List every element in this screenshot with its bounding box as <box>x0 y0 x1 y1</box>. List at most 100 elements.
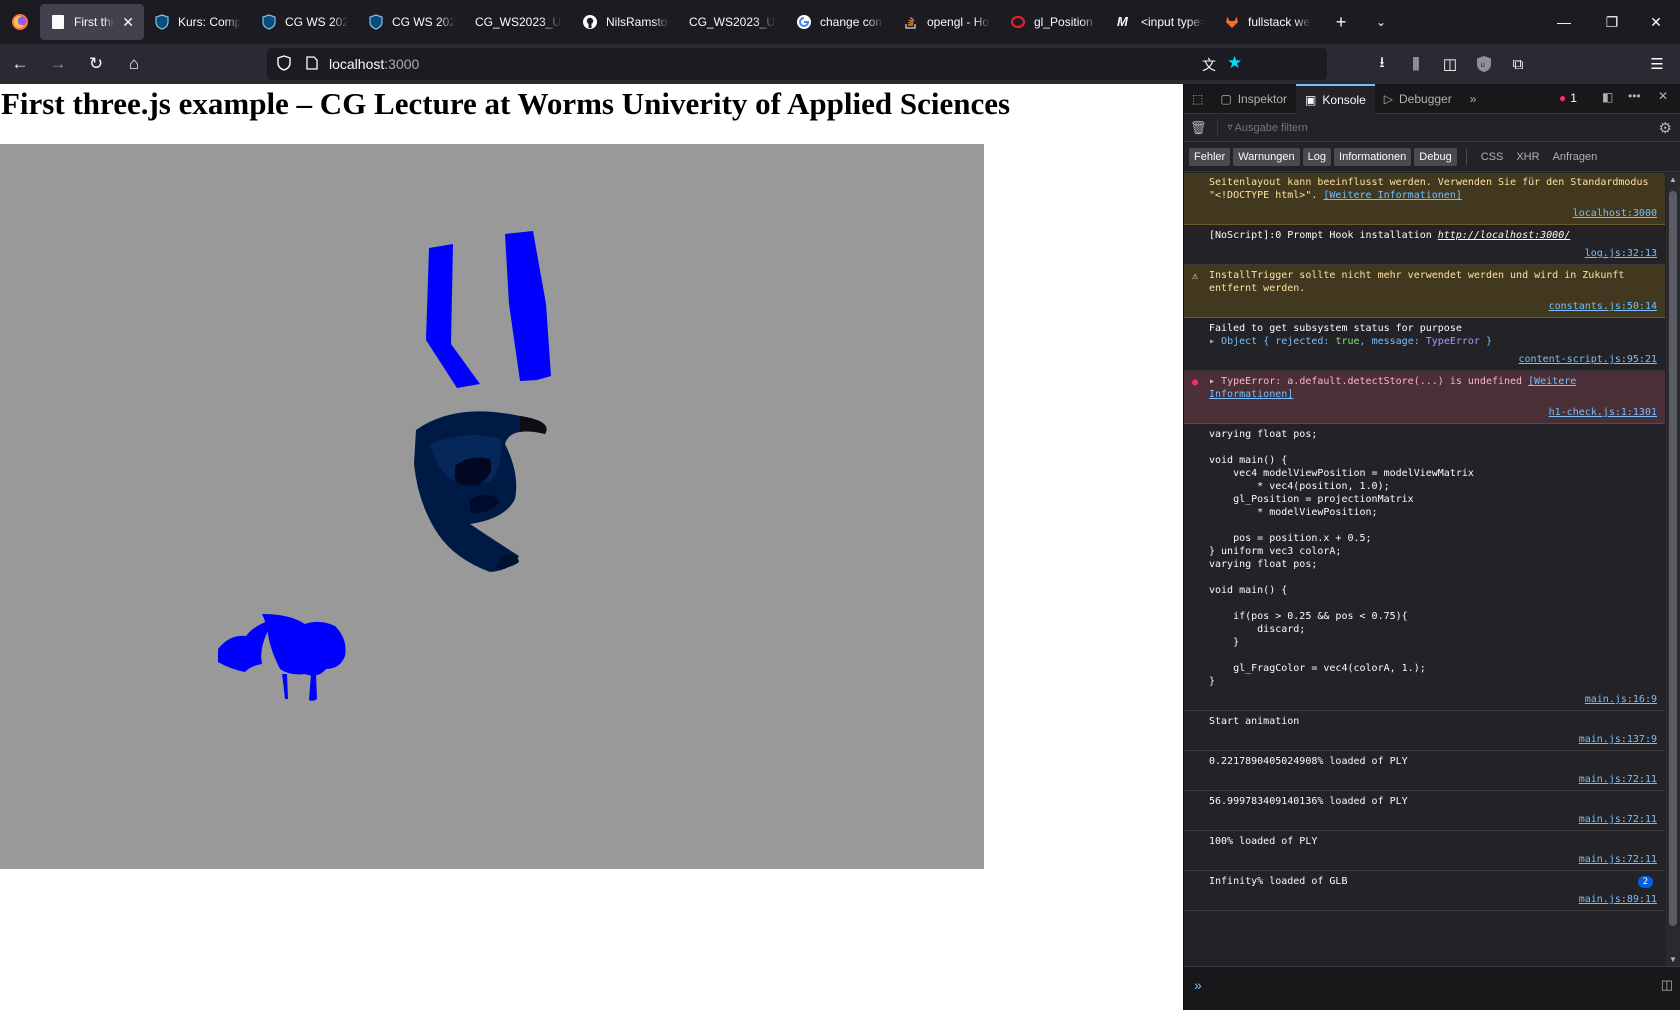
filter-debug[interactable]: Debug <box>1414 147 1457 166</box>
shield-icon <box>261 14 277 30</box>
forward-icon[interactable]: → <box>40 48 76 80</box>
minimize-icon[interactable]: — <box>1540 0 1588 44</box>
expand-icon[interactable]: ▸ <box>1209 376 1221 387</box>
console-message: varying float pos; void main() { vec4 mo… <box>1184 424 1665 711</box>
settings-gear-icon[interactable]: ⚙ <box>1659 119 1672 137</box>
message-text: 0.2217890405024908% loaded of PLY <box>1209 756 1408 767</box>
threejs-canvas[interactable] <box>0 144 984 869</box>
source-link[interactable]: main.js:72:11 <box>1209 853 1657 866</box>
url-link[interactable]: http://localhost:3000/ <box>1438 230 1570 241</box>
google-icon <box>796 14 812 30</box>
source-link[interactable]: log.js:32:13 <box>1209 247 1657 260</box>
object-preview[interactable]: Object { rejected: true, message: TypeEr… <box>1221 336 1492 347</box>
reload-icon[interactable]: ↻ <box>78 48 114 80</box>
tab-console[interactable]: ▣ Konsole <box>1296 83 1375 114</box>
tab-debugger-label: Debugger <box>1399 91 1452 106</box>
new-tab-icon[interactable]: + <box>1321 12 1361 33</box>
message-text: [NoScript]:0 Prompt Hook installation <box>1209 230 1438 241</box>
warning-icon: ⚠ <box>1192 271 1199 282</box>
source-link[interactable]: main.js:137:9 <box>1209 733 1657 746</box>
library-icon[interactable]: ⫼ <box>1399 48 1433 80</box>
filter-input[interactable] <box>1234 121 1615 134</box>
tab-item[interactable]: M <input type= <box>1107 4 1214 40</box>
tab-item[interactable]: opengl - How <box>893 4 1000 40</box>
devtools-menu-icon[interactable]: ••• <box>1628 89 1641 103</box>
back-icon[interactable]: ← <box>2 48 38 80</box>
source-link[interactable]: localhost:3000 <box>1209 207 1657 220</box>
tracking-protection-shield-icon[interactable] <box>267 54 301 74</box>
downloads-icon[interactable]: ⭳ <box>1365 48 1399 80</box>
firefox-menu-icon[interactable] <box>0 0 40 44</box>
error-icon: ● <box>1192 377 1199 388</box>
tab-item[interactable]: NilsRamstoec <box>572 4 679 40</box>
source-link[interactable]: main.js:89:11 <box>1209 893 1657 906</box>
clear-console-icon[interactable]: 🗑 <box>1190 120 1207 136</box>
element-picker-icon[interactable]: ⬚ <box>1184 84 1211 114</box>
tab-item[interactable]: CG WS 2023: / <box>251 4 358 40</box>
object-key: , message: <box>1359 336 1426 347</box>
repeat-count-badge: 2 <box>1637 876 1653 888</box>
ublock-icon[interactable]: u <box>1467 48 1501 80</box>
tab-item[interactable]: CG_WS2023_Uebu <box>679 4 786 40</box>
devtools-panel: ⬚ ▢ Inspektor ▣ Konsole ▷ Debugger » ● 1… <box>1183 83 1680 1010</box>
page-icon <box>50 14 66 30</box>
tab-title: CG_WS2023_Uebu <box>689 15 776 29</box>
scroll-up-icon[interactable]: ▲ <box>1669 175 1677 184</box>
scroll-down-icon[interactable]: ▼ <box>1669 955 1677 964</box>
web-page: First three.js example – CG Lecture at W… <box>0 84 1183 1010</box>
tab-strip: First three.js ✕ Kurs: Comput CG WS 2023… <box>0 0 1680 44</box>
console-message: Failed to get subsystem status for purpo… <box>1184 318 1665 371</box>
filter-errors[interactable]: Fehler <box>1189 147 1231 166</box>
tab-item[interactable]: fullstack web <box>1214 4 1321 40</box>
filter-warnings[interactable]: Warnungen <box>1233 147 1300 166</box>
message-text: Failed to get subsystem status for purpo… <box>1209 323 1462 334</box>
more-info-link[interactable]: [Weitere Informationen] <box>1323 190 1461 201</box>
extensions-icon[interactable]: ⧉ <box>1501 48 1535 80</box>
scrollbar-thumb[interactable] <box>1669 191 1677 926</box>
message-text: varying float pos; void main() { vec4 mo… <box>1209 429 1474 687</box>
app-menu-icon[interactable]: ☰ <box>1640 48 1674 80</box>
filter-css[interactable]: CSS <box>1476 148 1509 166</box>
tab-debugger[interactable]: ▷ Debugger <box>1375 84 1461 114</box>
filter-log[interactable]: Log <box>1302 147 1332 166</box>
translate-icon[interactable]: 文 <box>1202 55 1216 75</box>
log-level-filters: Fehler Warnungen Log Informationen Debug… <box>1184 142 1680 172</box>
tab-item[interactable]: gl_Position - C <box>1000 4 1107 40</box>
list-all-tabs-icon[interactable]: ⌄ <box>1361 15 1401 29</box>
tab-item[interactable]: change comm <box>786 4 893 40</box>
tab-item[interactable]: First three.js ✕ <box>40 4 144 40</box>
editor-mode-icon[interactable]: ◫ <box>1661 977 1673 993</box>
filter-info[interactable]: Informationen <box>1334 147 1412 166</box>
error-count-badge[interactable]: ● 1 <box>1559 91 1577 105</box>
source-link[interactable]: constants.js:50:14 <box>1209 300 1657 313</box>
tab-item[interactable]: Kurs: Comput <box>144 4 251 40</box>
page-info-icon[interactable] <box>301 55 323 73</box>
tab-item[interactable]: CG WS 2023: I <box>358 4 465 40</box>
console-message: Start animation main.js:137:9 <box>1184 711 1665 751</box>
close-devtools-icon[interactable]: ✕ <box>1658 89 1668 103</box>
dock-icon[interactable]: ◧ <box>1602 90 1613 104</box>
restore-icon[interactable]: ❐ <box>1588 0 1636 44</box>
source-link[interactable]: content-script.js:95:21 <box>1209 353 1657 366</box>
url-bar[interactable]: localhost:3000 文 ★ <box>267 48 1327 80</box>
source-link[interactable]: h1-check.js:1:1301 <box>1209 406 1657 419</box>
expand-object-icon[interactable]: ▸ <box>1209 336 1221 347</box>
filter-xhr[interactable]: XHR <box>1511 148 1544 166</box>
message-text: TypeError: a.default.detectStore(...) is… <box>1221 376 1529 387</box>
tab-item[interactable]: CG_WS2023_Uebu <box>465 4 572 40</box>
console-input[interactable]: » ◫ <box>1184 966 1680 1010</box>
source-link[interactable]: main.js:16:9 <box>1209 693 1657 706</box>
close-tab-icon[interactable]: ✕ <box>122 14 134 31</box>
source-link[interactable]: main.js:72:11 <box>1209 773 1657 786</box>
source-link[interactable]: main.js:72:11 <box>1209 813 1657 826</box>
home-icon[interactable]: ⌂ <box>116 48 152 80</box>
filter-requests[interactable]: Anfragen <box>1548 148 1603 166</box>
close-window-icon[interactable]: ✕ <box>1632 0 1680 44</box>
console-scrollbar[interactable]: ▲ ▼ <box>1666 173 1680 966</box>
url-port: :3000 <box>384 56 420 72</box>
sidebar-icon[interactable]: ◫ <box>1433 48 1467 80</box>
tab-inspector[interactable]: ▢ Inspektor <box>1211 84 1296 114</box>
url-text[interactable]: localhost:3000 <box>329 56 419 72</box>
more-tools-icon[interactable]: » <box>1461 84 1486 114</box>
bookmark-star-icon[interactable]: ★ <box>1227 53 1242 73</box>
